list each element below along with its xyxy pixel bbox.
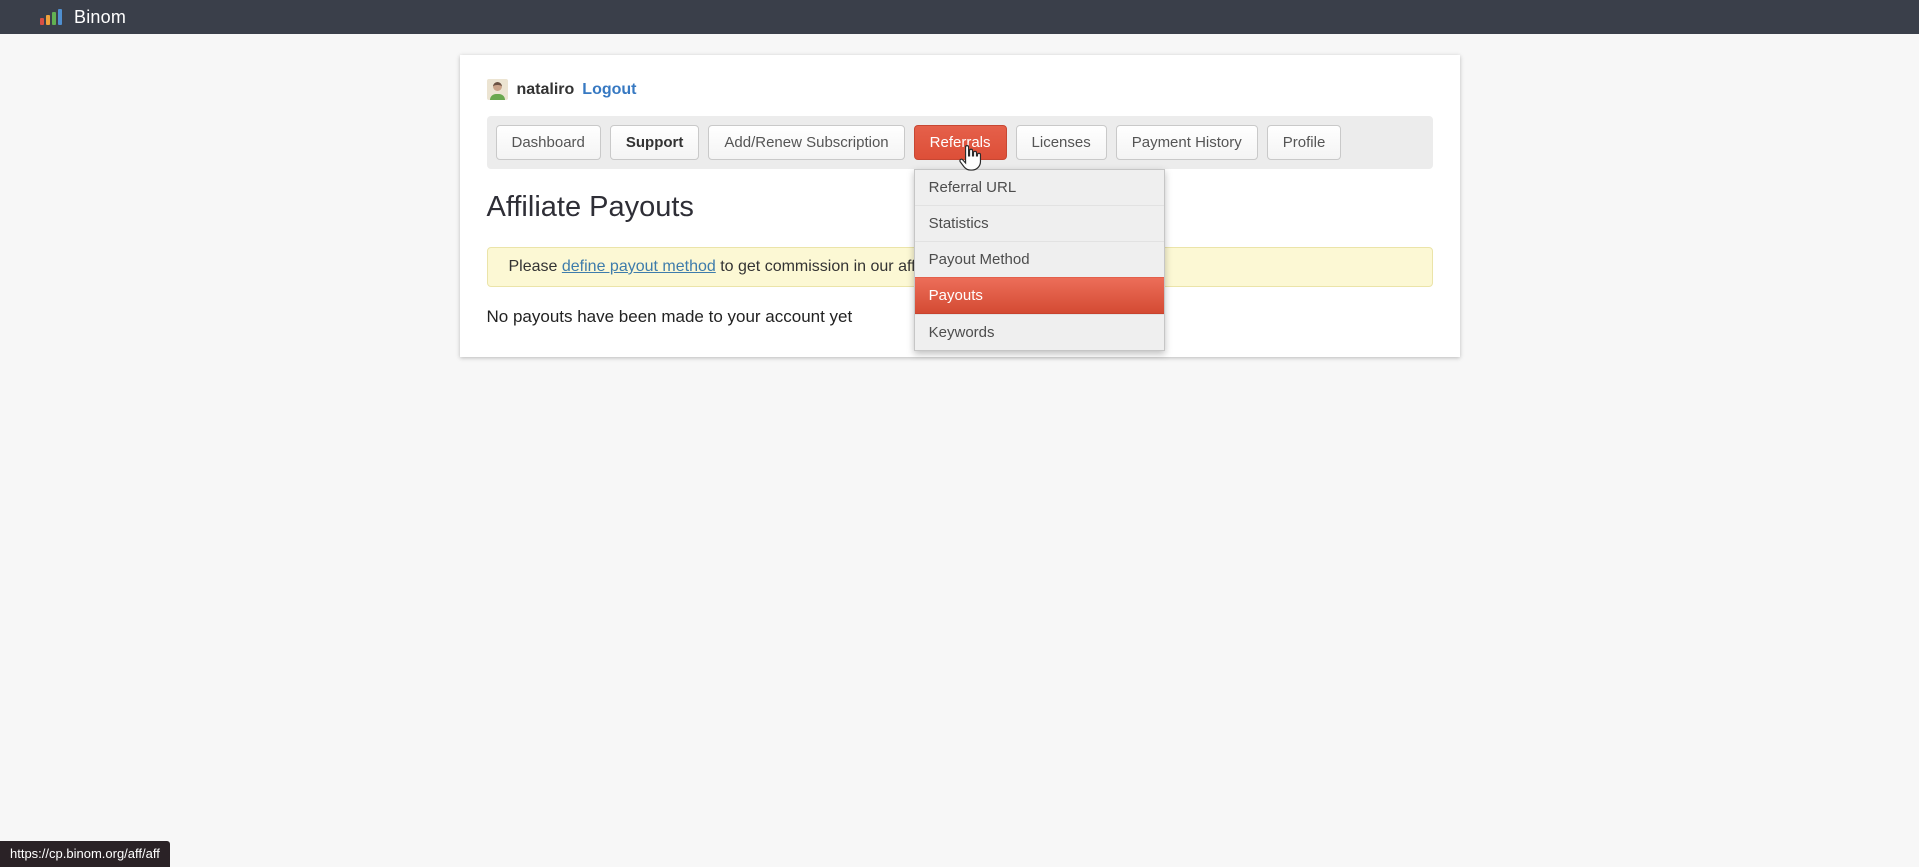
nav-add-renew-subscription[interactable]: Add/Renew Subscription bbox=[708, 125, 904, 160]
nav-support[interactable]: Support bbox=[610, 125, 700, 160]
nav-referrals[interactable]: Referrals bbox=[914, 125, 1007, 160]
nav-payment-history[interactable]: Payment History bbox=[1116, 125, 1258, 160]
menu-item-statistics[interactable]: Statistics bbox=[915, 205, 1164, 241]
top-bar: Binom bbox=[0, 0, 1919, 34]
bar-chart-icon bbox=[40, 9, 62, 25]
notice-text-suffix: to get commission in our affilia bbox=[716, 258, 935, 275]
notice-text-prefix: Please bbox=[509, 258, 562, 275]
link-preview-statusbar: https://cp.binom.org/aff/aff bbox=[0, 841, 170, 867]
nav-licenses[interactable]: Licenses bbox=[1016, 125, 1107, 160]
define-payout-method-link[interactable]: define payout method bbox=[562, 258, 716, 275]
nav-referrals-wrapper: Referrals Referral URL Statistics Payout… bbox=[914, 125, 1007, 160]
menu-item-keywords[interactable]: Keywords bbox=[915, 314, 1164, 350]
user-name: nataliro bbox=[517, 81, 575, 99]
user-avatar bbox=[487, 79, 508, 100]
brand-name: Binom bbox=[74, 7, 126, 28]
user-row: nataliro Logout bbox=[487, 79, 1433, 100]
menu-item-payouts[interactable]: Payouts bbox=[915, 277, 1164, 314]
main-card: nataliro Logout Dashboard Support Add/Re… bbox=[460, 55, 1460, 357]
logout-link[interactable]: Logout bbox=[582, 81, 636, 99]
nav-dashboard[interactable]: Dashboard bbox=[496, 125, 601, 160]
nav-bar: Dashboard Support Add/Renew Subscription… bbox=[487, 116, 1433, 169]
referrals-dropdown-menu: Referral URL Statistics Payout Method Pa… bbox=[914, 169, 1165, 351]
nav-profile[interactable]: Profile bbox=[1267, 125, 1342, 160]
menu-item-payout-method[interactable]: Payout Method bbox=[915, 241, 1164, 277]
menu-item-referral-url[interactable]: Referral URL bbox=[915, 170, 1164, 205]
